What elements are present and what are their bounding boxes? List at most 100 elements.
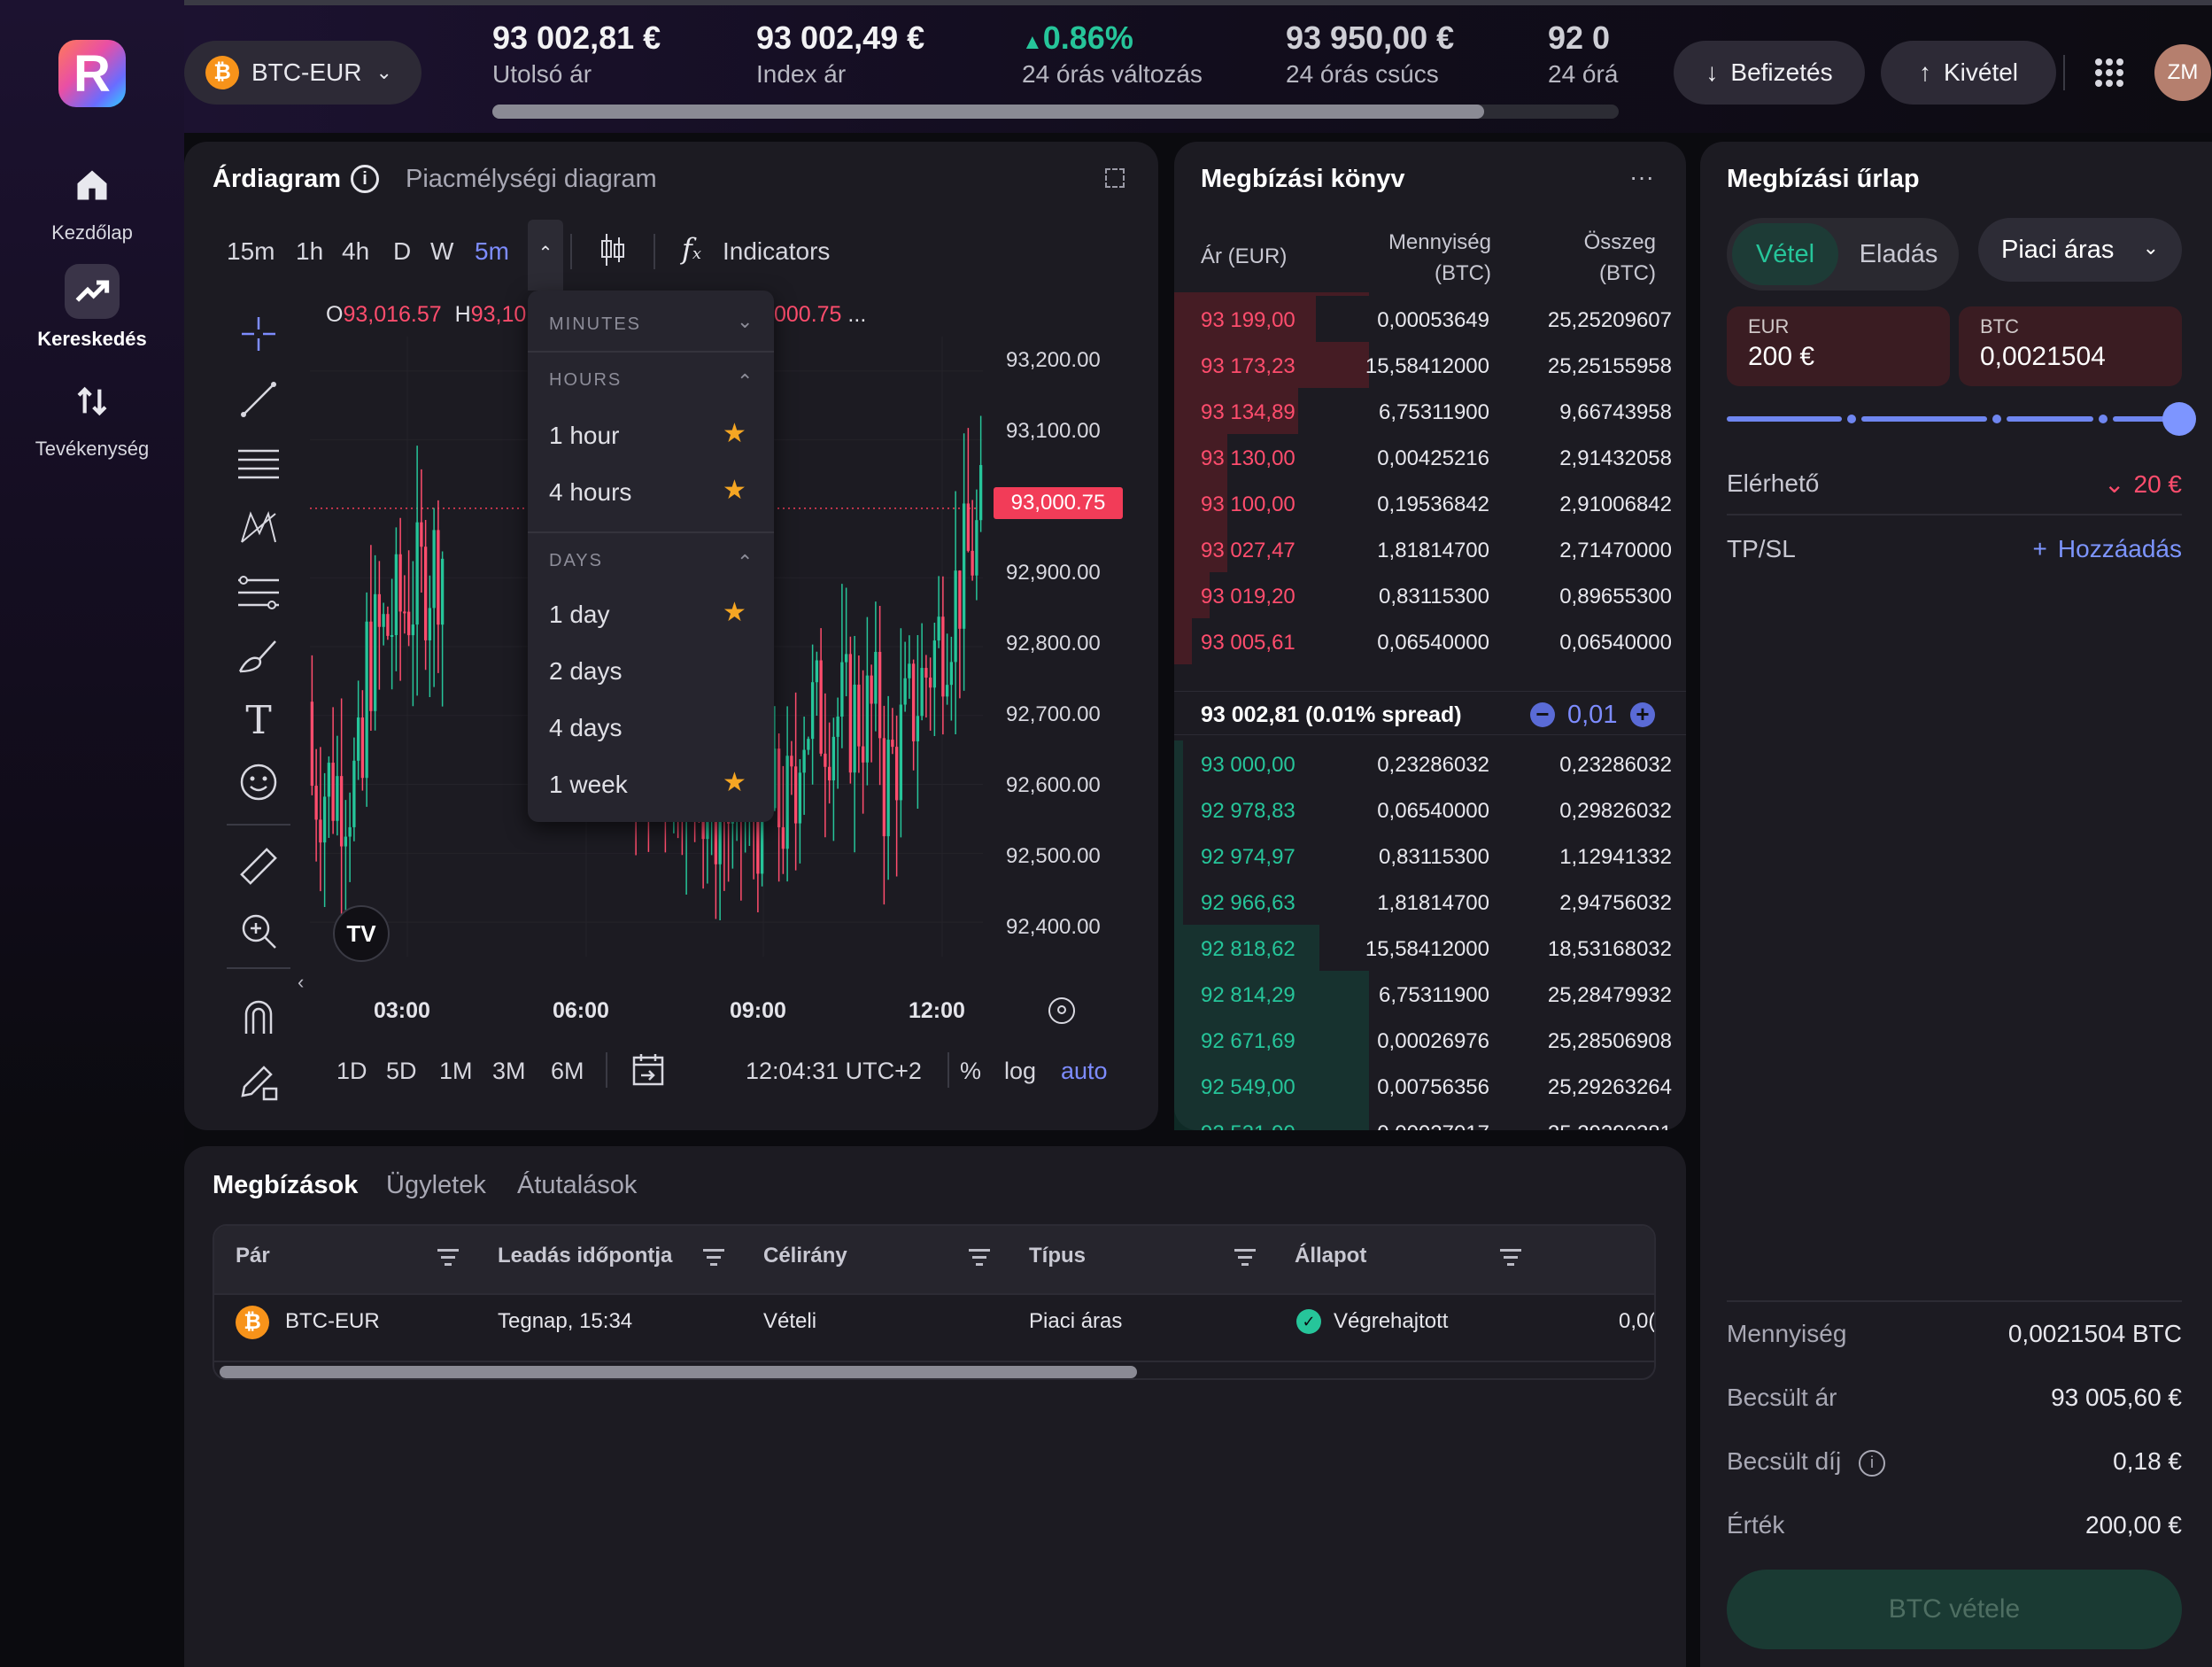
tab-transfers[interactable]: Átutalások: [517, 1171, 637, 1200]
interval-option-1-week[interactable]: 1 week: [549, 771, 628, 799]
col-time-header[interactable]: Leadás időpontja: [498, 1244, 672, 1268]
range-3m[interactable]: 3M: [492, 1058, 526, 1085]
chart-settings-icon[interactable]: [1048, 997, 1075, 1024]
interval-option-1-day[interactable]: 1 day: [549, 601, 610, 629]
ask-row[interactable]: 93 019,20 0,83115300 0,89655300: [1174, 572, 1686, 618]
sidebar-item-trading[interactable]: Kereskedés: [0, 264, 184, 351]
buy-btc-button[interactable]: BTC vétele: [1727, 1570, 2182, 1649]
filter-icon[interactable]: [437, 1249, 459, 1270]
bid-row[interactable]: 92 974,97 0,83115300 1,12941332: [1174, 833, 1686, 879]
tab-depth-chart[interactable]: Piacmélységi diagram: [406, 165, 657, 194]
tab-orders[interactable]: Megbízások: [213, 1171, 358, 1200]
ask-row[interactable]: 93 027,47 1,81814700 2,71470000: [1174, 526, 1686, 572]
stats-scrollbar-track[interactable]: [492, 105, 1619, 119]
minus-circle-icon[interactable]: −: [1530, 702, 1555, 727]
stats-scrollbar-thumb[interactable]: [492, 105, 1484, 119]
tab-price-chart[interactable]: Árdiagram: [213, 165, 341, 194]
chevron-down-icon[interactable]: ⌄: [2104, 470, 2124, 498]
app-logo[interactable]: R: [58, 40, 126, 107]
favorite-star-icon[interactable]: ★: [723, 767, 746, 798]
chevron-up-icon[interactable]: ⌃: [737, 370, 753, 393]
log-scale-toggle[interactable]: log: [1004, 1058, 1036, 1085]
interval-option-4-days[interactable]: 4 days: [549, 714, 623, 742]
timeframe-w[interactable]: W: [430, 237, 453, 266]
apps-grid-icon[interactable]: [2093, 57, 2125, 89]
tpsl-add-button[interactable]: + Hozzáadás: [2033, 535, 2182, 563]
percent-scale-toggle[interactable]: %: [960, 1058, 981, 1085]
pattern-icon[interactable]: [232, 505, 285, 549]
bid-row[interactable]: 92 671,69 0,00026976 25,28506908: [1174, 1017, 1686, 1063]
filter-icon[interactable]: [1500, 1249, 1521, 1270]
slider-handle[interactable]: [2162, 402, 2196, 436]
ask-row[interactable]: 93 134,89 6,75311900 9,66743958: [1174, 388, 1686, 434]
ask-row[interactable]: 93 130,00 0,00425216 2,91432058: [1174, 434, 1686, 480]
candles-icon[interactable]: [599, 232, 627, 272]
bid-row[interactable]: 92 966,63 1,81814700 2,94756032: [1174, 879, 1686, 925]
timeframe-4h[interactable]: 4h: [342, 237, 369, 266]
ask-row[interactable]: 93 005,61 0,06540000 0,06540000: [1174, 618, 1686, 664]
fib-levels-icon[interactable]: [232, 570, 285, 615]
magnet-icon[interactable]: [232, 996, 285, 1040]
ruler-icon[interactable]: [232, 845, 285, 889]
brush-icon[interactable]: [232, 634, 285, 678]
amount-slider[interactable]: [1727, 402, 2196, 436]
ask-row[interactable]: 93 100,00 0,19536842 2,91006842: [1174, 480, 1686, 526]
lock-pencil-icon[interactable]: [232, 1059, 285, 1104]
interval-option-1-hour[interactable]: 1 hour: [549, 422, 619, 450]
timeframe-1h[interactable]: 1h: [296, 237, 323, 266]
col-side-header[interactable]: Célirány: [763, 1244, 847, 1268]
range-1m[interactable]: 1M: [439, 1058, 473, 1085]
tradingview-logo[interactable]: TV: [333, 905, 390, 962]
parallel-lines-icon[interactable]: [232, 441, 285, 485]
info-icon[interactable]: i: [351, 165, 379, 193]
range-5d[interactable]: 5D: [386, 1058, 417, 1085]
interval-option-4-hours[interactable]: 4 hours: [549, 478, 631, 507]
ask-row[interactable]: 93 199,00 0,00053649 25,25209607: [1174, 296, 1686, 342]
bid-row[interactable]: 92 978,83 0,06540000 0,29826032: [1174, 787, 1686, 833]
timeframe-5m[interactable]: 5m: [475, 237, 509, 266]
buy-tab[interactable]: Vétel: [1732, 223, 1838, 285]
timeframe-15m[interactable]: 15m: [227, 237, 275, 266]
trendline-icon[interactable]: [232, 377, 285, 422]
range-6m[interactable]: 6M: [551, 1058, 584, 1085]
filter-icon[interactable]: [969, 1249, 990, 1270]
dropdown-section-minutes[interactable]: MINUTES: [549, 314, 641, 335]
timeframe-d[interactable]: D: [393, 237, 411, 266]
avatar[interactable]: ZM: [2154, 44, 2211, 101]
bid-row[interactable]: 92 818,62 15,58412000 18,53168032: [1174, 925, 1686, 971]
range-1d[interactable]: 1D: [336, 1058, 367, 1085]
info-icon[interactable]: i: [1858, 1449, 1885, 1477]
text-tool-icon[interactable]: T: [232, 698, 285, 743]
function-icon[interactable]: fx: [682, 232, 701, 266]
deposit-button[interactable]: ↓ Befizetés: [1674, 41, 1865, 105]
more-options-icon[interactable]: ···: [1629, 163, 1654, 191]
withdraw-button[interactable]: ↑ Kivétel: [1881, 41, 2056, 105]
chevron-up-icon[interactable]: ⌃: [737, 551, 753, 574]
zoom-in-icon[interactable]: [232, 909, 285, 953]
indicators-button[interactable]: Indicators: [723, 237, 830, 266]
col-status-header[interactable]: Állapot: [1295, 1244, 1366, 1268]
fullscreen-icon[interactable]: [1105, 168, 1125, 188]
bid-row[interactable]: 92 549,00 0,00756356 25,29263264: [1174, 1063, 1686, 1109]
chart-clock[interactable]: 12:04:31 UTC+2: [746, 1058, 922, 1085]
favorite-star-icon[interactable]: ★: [723, 597, 746, 628]
ask-row[interactable]: 93 173,23 15,58412000 25,25155958: [1174, 342, 1686, 388]
auto-scale-toggle[interactable]: auto: [1061, 1058, 1108, 1085]
favorite-star-icon[interactable]: ★: [723, 475, 746, 506]
favorite-star-icon[interactable]: ★: [723, 418, 746, 449]
sidebar-item-activity[interactable]: Tevékenység: [0, 374, 184, 461]
col-pair-header[interactable]: Pár: [236, 1244, 270, 1268]
crosshair-icon[interactable]: [232, 312, 285, 356]
btc-amount-field[interactable]: BTC 0,0021504: [1959, 306, 2182, 386]
dropdown-section-days[interactable]: DAYS: [549, 551, 603, 571]
emoji-icon[interactable]: [232, 760, 285, 804]
table-scrollbar-thumb[interactable]: [220, 1366, 1137, 1378]
eur-amount-field[interactable]: EUR 200 €: [1727, 306, 1950, 386]
bid-row[interactable]: 92 814,29 6,75311900 25,28479932: [1174, 971, 1686, 1017]
col-type-header[interactable]: Típus: [1029, 1244, 1086, 1268]
plus-circle-icon[interactable]: +: [1630, 702, 1655, 727]
calendar-goto-icon[interactable]: [630, 1052, 666, 1092]
chevron-down-icon[interactable]: ⌄: [737, 310, 753, 333]
tab-trades[interactable]: Ügyletek: [386, 1171, 486, 1200]
chevron-up-icon[interactable]: ⌃: [528, 220, 563, 291]
